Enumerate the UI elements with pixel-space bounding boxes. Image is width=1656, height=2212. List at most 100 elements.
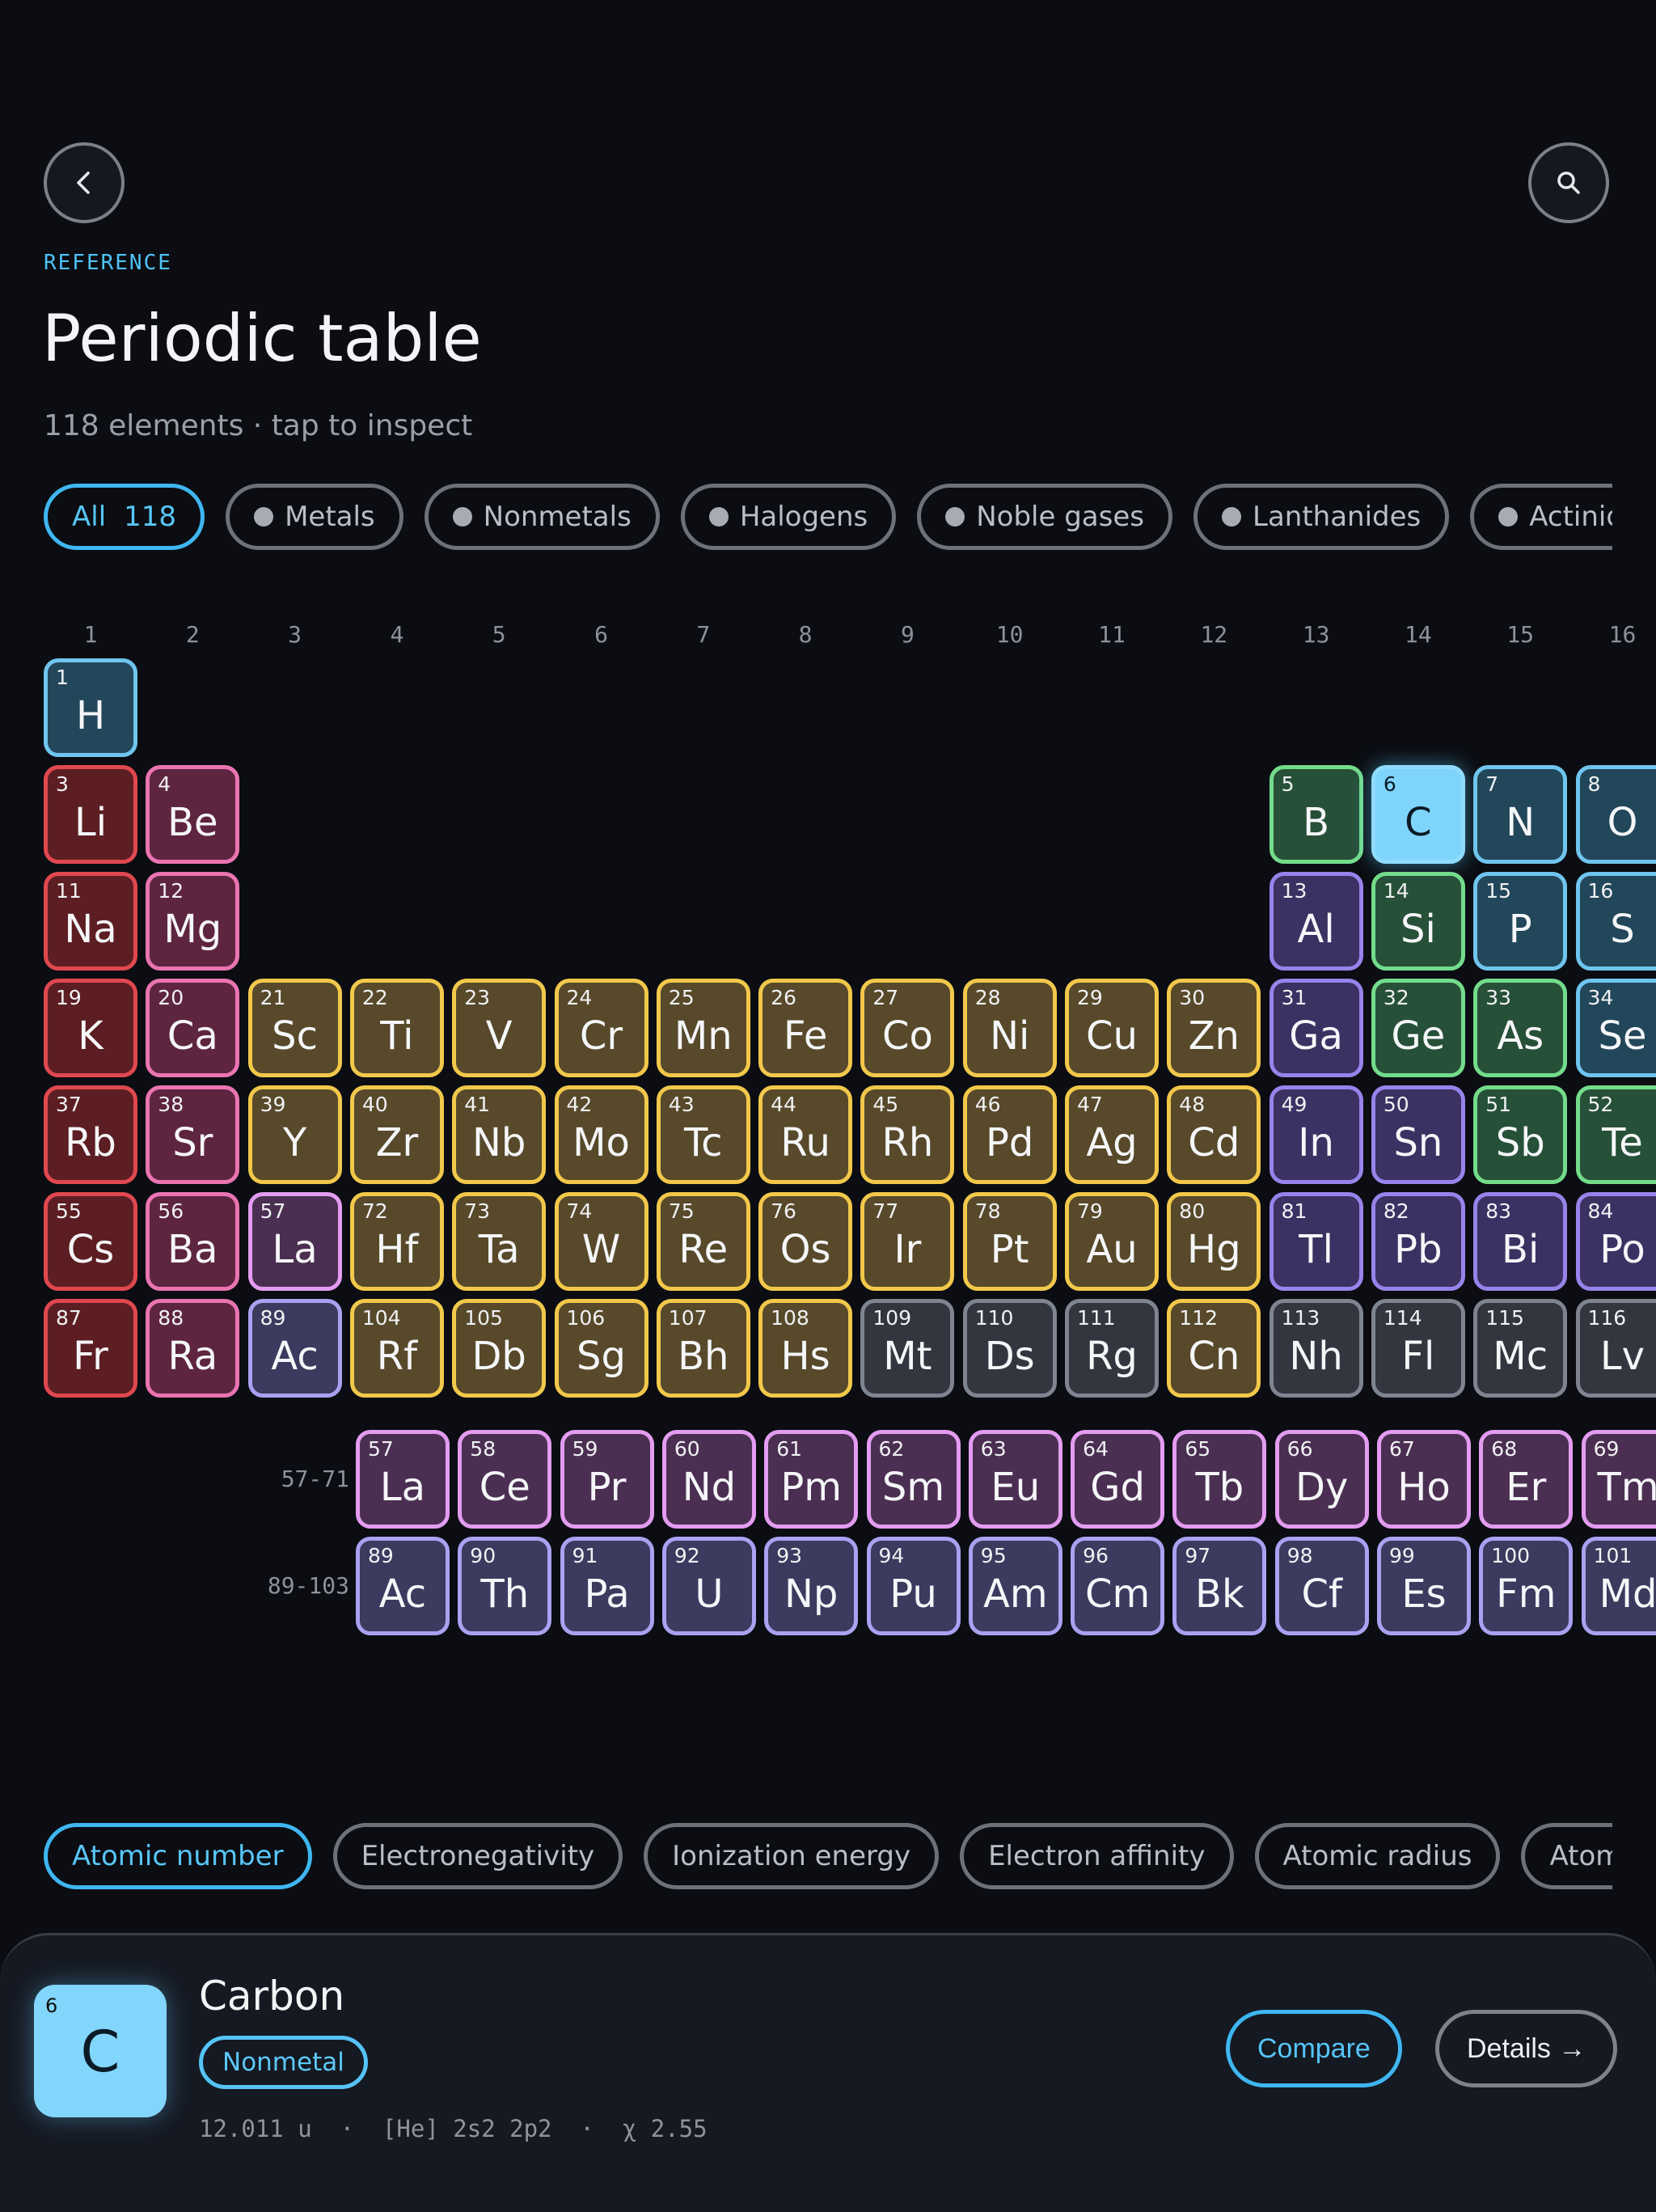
element-cell-hg[interactable]: 80Hg [1167, 1192, 1261, 1291]
element-cell-mt[interactable]: 109Mt [860, 1299, 954, 1398]
element-cell-ge[interactable]: 32Ge [1371, 979, 1465, 1077]
element-cell-rh[interactable]: 45Rh [860, 1085, 954, 1184]
element-cell-fm[interactable]: 100Fm [1479, 1537, 1573, 1635]
back-button[interactable] [44, 142, 125, 223]
element-cell-gd[interactable]: 64Gd [1071, 1430, 1164, 1529]
element-cell-db[interactable]: 105Db [452, 1299, 546, 1398]
element-cell-pr[interactable]: 59Pr [560, 1430, 654, 1529]
filter-chip-actinides[interactable]: Actinides [1470, 484, 1612, 550]
element-cell-te[interactable]: 52Te [1576, 1085, 1656, 1184]
element-cell-pd[interactable]: 46Pd [963, 1085, 1057, 1184]
element-cell-h[interactable]: 1H [44, 658, 137, 757]
element-cell-zn[interactable]: 30Zn [1167, 979, 1261, 1077]
filter-chip-noble-gases[interactable]: Noble gases [917, 484, 1172, 550]
element-cell-cs[interactable]: 55Cs [44, 1192, 137, 1291]
element-cell-as[interactable]: 33As [1473, 979, 1567, 1077]
element-cell-ca[interactable]: 20Ca [146, 979, 239, 1077]
element-cell-bi[interactable]: 83Bi [1473, 1192, 1567, 1291]
element-cell-fr[interactable]: 87Fr [44, 1299, 137, 1398]
element-cell-se[interactable]: 34Se [1576, 979, 1656, 1077]
element-cell-pm[interactable]: 61Pm [764, 1430, 858, 1529]
element-cell-u[interactable]: 92U [662, 1537, 756, 1635]
property-chip-atomic-number[interactable]: Atomic number [44, 1823, 312, 1889]
element-cell-pu[interactable]: 94Pu [867, 1537, 961, 1635]
property-chip-atomic-ma[interactable]: Atomic ma [1521, 1823, 1612, 1889]
element-cell-ga[interactable]: 31Ga [1269, 979, 1363, 1077]
element-cell-sg[interactable]: 106Sg [555, 1299, 648, 1398]
element-cell-y[interactable]: 39Y [248, 1085, 342, 1184]
search-button[interactable] [1528, 142, 1609, 223]
element-cell-sr[interactable]: 38Sr [146, 1085, 239, 1184]
element-cell-sc[interactable]: 21Sc [248, 979, 342, 1077]
element-cell-fl[interactable]: 114Fl [1371, 1299, 1465, 1398]
element-cell-dy[interactable]: 66Dy [1275, 1430, 1369, 1529]
element-cell-pt[interactable]: 78Pt [963, 1192, 1057, 1291]
element-cell-th[interactable]: 90Th [458, 1537, 551, 1635]
element-cell-er[interactable]: 68Er [1479, 1430, 1573, 1529]
element-cell-tc[interactable]: 43Tc [657, 1085, 750, 1184]
element-cell-v[interactable]: 23V [452, 979, 546, 1077]
element-cell-mo[interactable]: 42Mo [555, 1085, 648, 1184]
element-cell-sb[interactable]: 51Sb [1473, 1085, 1567, 1184]
element-cell-hf[interactable]: 72Hf [350, 1192, 444, 1291]
property-chip-electronegativity[interactable]: Electronegativity [333, 1823, 623, 1889]
element-cell-la[interactable]: 57La [248, 1192, 342, 1291]
element-cell-md[interactable]: 101Md [1582, 1537, 1656, 1635]
element-cell-ni[interactable]: 28Ni [963, 979, 1057, 1077]
element-cell-bh[interactable]: 107Bh [657, 1299, 750, 1398]
element-cell-cn[interactable]: 112Cn [1167, 1299, 1261, 1398]
element-cell-tl[interactable]: 81Tl [1269, 1192, 1363, 1291]
element-cell-lv[interactable]: 116Lv [1576, 1299, 1656, 1398]
element-cell-sn[interactable]: 50Sn [1371, 1085, 1465, 1184]
element-cell-ba[interactable]: 56Ba [146, 1192, 239, 1291]
element-cell-cd[interactable]: 48Cd [1167, 1085, 1261, 1184]
element-cell-cr[interactable]: 24Cr [555, 979, 648, 1077]
element-cell-p[interactable]: 15P [1473, 872, 1567, 971]
compare-button[interactable]: Compare [1226, 2010, 1402, 2087]
element-cell-rg[interactable]: 111Rg [1065, 1299, 1159, 1398]
element-cell-ra[interactable]: 88Ra [146, 1299, 239, 1398]
element-cell-ti[interactable]: 22Ti [350, 979, 444, 1077]
element-cell-eu[interactable]: 63Eu [969, 1430, 1062, 1529]
element-cell-na[interactable]: 11Na [44, 872, 137, 971]
element-cell-ir[interactable]: 77Ir [860, 1192, 954, 1291]
element-cell-rb[interactable]: 37Rb [44, 1085, 137, 1184]
element-cell-s[interactable]: 16S [1576, 872, 1656, 971]
element-cell-mg[interactable]: 12Mg [146, 872, 239, 971]
element-cell-au[interactable]: 79Au [1065, 1192, 1159, 1291]
element-cell-w[interactable]: 74W [555, 1192, 648, 1291]
element-cell-nb[interactable]: 41Nb [452, 1085, 546, 1184]
element-cell-pa[interactable]: 91Pa [560, 1537, 654, 1635]
details-button[interactable]: Details → [1435, 2010, 1617, 2087]
filter-chip-lanthanides[interactable]: Lanthanides [1193, 484, 1449, 550]
element-cell-al[interactable]: 13Al [1269, 872, 1363, 971]
element-cell-ta[interactable]: 73Ta [452, 1192, 546, 1291]
element-cell-nh[interactable]: 113Nh [1269, 1299, 1363, 1398]
element-cell-es[interactable]: 99Es [1377, 1537, 1471, 1635]
element-cell-k[interactable]: 19K [44, 979, 137, 1077]
element-cell-ru[interactable]: 44Ru [758, 1085, 852, 1184]
property-chip-electron-affinity[interactable]: Electron affinity [960, 1823, 1233, 1889]
element-cell-ds[interactable]: 110Ds [963, 1299, 1057, 1398]
filter-chip-metals[interactable]: Metals [226, 484, 403, 550]
filter-chip-nonmetals[interactable]: Nonmetals [425, 484, 660, 550]
element-cell-po[interactable]: 84Po [1576, 1192, 1656, 1291]
filter-chip-all[interactable]: All118 [44, 484, 205, 550]
element-cell-la[interactable]: 57La [356, 1430, 450, 1529]
element-cell-np[interactable]: 93Np [764, 1537, 858, 1635]
element-cell-fe[interactable]: 26Fe [758, 979, 852, 1077]
element-cell-pb[interactable]: 82Pb [1371, 1192, 1465, 1291]
element-cell-mn[interactable]: 25Mn [657, 979, 750, 1077]
property-chip-ionization-energy[interactable]: Ionization energy [644, 1823, 939, 1889]
element-cell-c[interactable]: 6C [1371, 765, 1465, 864]
element-cell-ac[interactable]: 89Ac [356, 1537, 450, 1635]
element-cell-hs[interactable]: 108Hs [758, 1299, 852, 1398]
element-cell-b[interactable]: 5B [1269, 765, 1363, 864]
element-cell-be[interactable]: 4Be [146, 765, 239, 864]
element-cell-o[interactable]: 8O [1576, 765, 1656, 864]
element-cell-am[interactable]: 95Am [969, 1537, 1062, 1635]
element-cell-os[interactable]: 76Os [758, 1192, 852, 1291]
filter-chip-halogens[interactable]: Halogens [681, 484, 896, 550]
element-cell-tm[interactable]: 69Tm [1582, 1430, 1656, 1529]
element-cell-cu[interactable]: 29Cu [1065, 979, 1159, 1077]
